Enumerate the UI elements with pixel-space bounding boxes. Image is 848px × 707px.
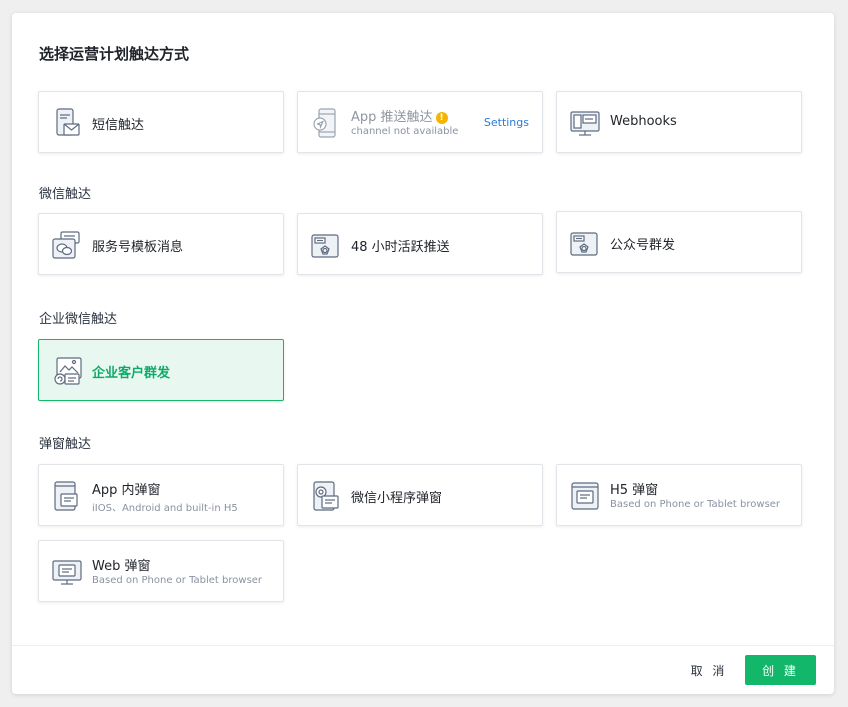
- channel-card-work-wechat-customer[interactable]: 企业客户群发: [38, 339, 284, 401]
- channel-desc: Based on Phone or Tablet browser: [610, 499, 781, 510]
- channel-name: 服务号模板消息: [92, 240, 184, 255]
- channel-card-web-popup[interactable]: Web 弹窗 Based on Phone or Tablet browser: [38, 540, 284, 602]
- channel-desc: iIOS、Android and built-in H5: [92, 503, 238, 514]
- channel-card-wechat-official[interactable]: 公众号群发: [556, 211, 802, 273]
- channel-name: Web 弹窗: [92, 559, 151, 574]
- channel-card-mini-program-popup[interactable]: 微信小程序弹窗: [297, 464, 543, 526]
- wechat-service-icon: [51, 229, 83, 261]
- channel-card-app-push[interactable]: App 推送触达! channel not available Settings: [297, 91, 543, 153]
- channel-name: 48 小时活跃推送: [351, 240, 450, 255]
- wechat-official-icon: [569, 227, 601, 259]
- warning-icon: !: [435, 112, 448, 124]
- app-popup-icon: [51, 480, 83, 512]
- app-push-icon: [310, 107, 342, 139]
- sms-icon: [51, 107, 83, 139]
- channel-card-webhooks[interactable]: Webhooks: [556, 91, 802, 153]
- channel-desc: Based on Phone or Tablet browser: [92, 575, 263, 586]
- channel-name: App 推送触达!: [351, 106, 448, 125]
- channel-card-wechat-service[interactable]: 服务号模板消息: [38, 213, 284, 275]
- dialog-title: 选择运营计划触达方式: [39, 45, 190, 63]
- channel-card-h5-popup[interactable]: H5 弹窗 Based on Phone or Tablet browser: [556, 464, 802, 526]
- channel-name: H5 弹窗: [610, 483, 659, 498]
- channel-name: 企业客户群发: [92, 366, 171, 381]
- channel-name: 短信触达: [92, 118, 145, 133]
- h5-popup-icon: [569, 480, 601, 512]
- webhooks-icon: [569, 107, 601, 139]
- cancel-button[interactable]: 取 消: [684, 655, 734, 685]
- settings-link[interactable]: Settings: [484, 116, 529, 129]
- work-wechat-icon: [51, 355, 83, 387]
- channel-card-app-popup[interactable]: App 内弹窗 iIOS、Android and built-in H5: [38, 464, 284, 526]
- channel-name: Webhooks: [610, 114, 677, 129]
- channel-card-sms[interactable]: 短信触达: [38, 91, 284, 153]
- footer-divider: [12, 645, 834, 646]
- wechat-active-icon: [310, 229, 342, 261]
- create-button[interactable]: 创 建: [745, 655, 816, 685]
- section-label-popup: 弹窗触达: [39, 437, 92, 452]
- channel-card-wechat-active[interactable]: 48 小时活跃推送: [297, 213, 543, 275]
- mini-program-icon: [310, 480, 342, 512]
- channel-name: 公众号群发: [610, 238, 676, 253]
- channel-status: channel not available: [351, 126, 459, 137]
- web-popup-icon: [51, 556, 83, 588]
- section-label-work-wechat: 企业微信触达: [39, 312, 118, 327]
- channel-name: 微信小程序弹窗: [351, 491, 443, 506]
- channel-name: App 内弹窗: [92, 483, 161, 498]
- create-plan-dialog: 选择运营计划触达方式 短信触达 App 推送触达! channel not av…: [12, 13, 834, 694]
- section-label-wechat: 微信触达: [39, 187, 92, 202]
